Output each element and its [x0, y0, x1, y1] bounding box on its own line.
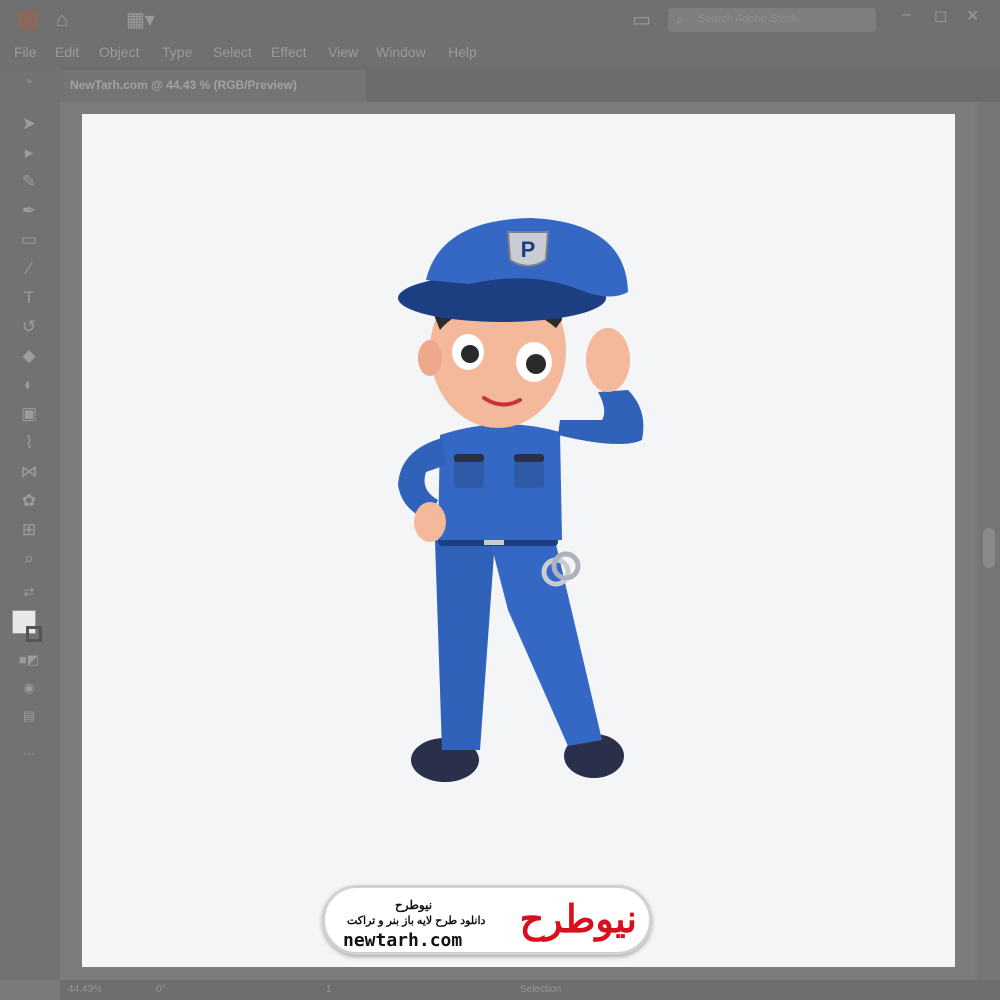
blend-tool-icon[interactable]: ⋈	[14, 460, 44, 484]
cap-badge-letter: P	[521, 237, 536, 262]
document-tab-label: NewTarh.com @ 44.43 % (RGB/Preview)	[70, 78, 297, 92]
screen-mode-icon[interactable]: ▤	[14, 704, 44, 728]
eyedropper-tool-icon[interactable]: ⌇	[14, 431, 44, 455]
left-leg	[435, 540, 495, 750]
watermark-badge: نیوطرح دانلود طرح لایه باز بنر و تراکت n…	[322, 885, 652, 955]
symbol-tool-icon[interactable]: ✿	[14, 489, 44, 513]
right-arm	[558, 390, 644, 444]
left-pocket-flap	[454, 454, 484, 462]
selection-tool-icon[interactable]: ➤	[14, 112, 44, 136]
direct-selection-tool-icon[interactable]: ▸	[14, 141, 44, 165]
menu-file[interactable]: File	[14, 44, 37, 60]
police-officer-illustration[interactable]: P	[380, 210, 660, 800]
right-hand	[586, 328, 630, 392]
workspace-icon[interactable]: ▦▾	[126, 8, 155, 32]
minimize-icon[interactable]: –	[902, 6, 911, 24]
color-mode-icon[interactable]: ■◩	[14, 648, 44, 672]
menu-bar: File Edit Object Type Select Effect View…	[0, 40, 1000, 66]
home-icon[interactable]: ⌂	[56, 8, 68, 32]
pencil-tool-icon[interactable]: ∕	[14, 257, 44, 281]
pen-tool-icon[interactable]: ✒	[14, 199, 44, 223]
right-pocket-flap	[514, 454, 544, 462]
artboard-tool-icon[interactable]: ⊞	[14, 518, 44, 542]
menu-effect[interactable]: Effect	[271, 44, 307, 60]
artboard-number[interactable]: 1	[326, 984, 332, 995]
menu-select[interactable]: Select	[213, 44, 252, 60]
document-tab[interactable]: NewTarh.com @ 44.43 % (RGB/Preview)	[60, 70, 366, 102]
scrollbar-thumb[interactable]	[983, 528, 995, 568]
panel-collapse-icon[interactable]: »	[14, 70, 44, 94]
arrange-icon[interactable]: ▭	[632, 8, 651, 32]
left-hand	[414, 502, 446, 542]
document-tab-bar: NewTarh.com @ 44.43 % (RGB/Preview)	[60, 66, 1000, 102]
zoom-readout[interactable]: 44.43%	[68, 984, 102, 995]
gradient-tool-icon[interactable]: ▣	[14, 402, 44, 426]
tools-panel: » ➤ ▸ ✎ ✒ ▭ ∕ T ↺ ◆ ◐ ▣ ⌇ ⋈ ✿ ⊞ ⌕ ⇄ ■◩ ◉…	[0, 66, 60, 980]
watermark-logo: نیوطرح	[519, 899, 637, 941]
search-placeholder: Search Adobe Stock	[698, 13, 798, 25]
app-logo-icon	[18, 10, 38, 30]
watermark-url: newtarh.com	[343, 930, 463, 951]
menu-view[interactable]: View	[328, 44, 358, 60]
menu-object[interactable]: Object	[99, 44, 139, 60]
search-icon: ⌕	[676, 11, 684, 27]
drawing-mode-icon[interactable]: ◉	[14, 676, 44, 700]
curvature-tool-icon[interactable]: ✎	[14, 170, 44, 194]
right-pupil	[526, 354, 546, 374]
menu-window[interactable]: Window	[376, 44, 426, 60]
more-tools-icon[interactable]: ···	[14, 742, 44, 766]
status-bar: 44.43% 0° 1 Selection	[60, 980, 1000, 1000]
watermark-subtitle: دانلود طرح لایه باز بنر و تراکت	[347, 915, 486, 927]
current-tool-label: Selection	[520, 984, 562, 995]
rectangle-tool-icon[interactable]: ▭	[14, 228, 44, 252]
zoom-tool-icon[interactable]: ⌕	[14, 547, 44, 571]
rotation-readout[interactable]: 0°	[156, 984, 166, 995]
rotate-tool-icon[interactable]: ↺	[14, 315, 44, 339]
search-input[interactable]: ⌕ Search Adobe Stock	[668, 8, 876, 32]
watermark-title: نیوطرح	[395, 898, 433, 912]
maximize-icon[interactable]: ◻	[934, 6, 947, 26]
eraser-tool-icon[interactable]: ◆	[14, 344, 44, 368]
swap-colors-icon[interactable]: ⇄	[14, 580, 44, 604]
stroke-color-swatch[interactable]	[26, 626, 42, 642]
vertical-scrollbar[interactable]	[978, 102, 1000, 980]
title-bar: ⌂ ▦▾ ▭ ⌕ Search Adobe Stock – ◻ ✕	[0, 0, 1000, 40]
type-tool-icon[interactable]: T	[14, 286, 44, 310]
menu-edit[interactable]: Edit	[55, 44, 79, 60]
menu-help[interactable]: Help	[448, 44, 477, 60]
shape-builder-tool-icon[interactable]: ◐	[14, 373, 44, 397]
menu-type[interactable]: Type	[162, 44, 192, 60]
close-icon[interactable]: ✕	[966, 6, 979, 26]
left-ear	[418, 340, 442, 376]
left-pupil	[461, 345, 479, 363]
